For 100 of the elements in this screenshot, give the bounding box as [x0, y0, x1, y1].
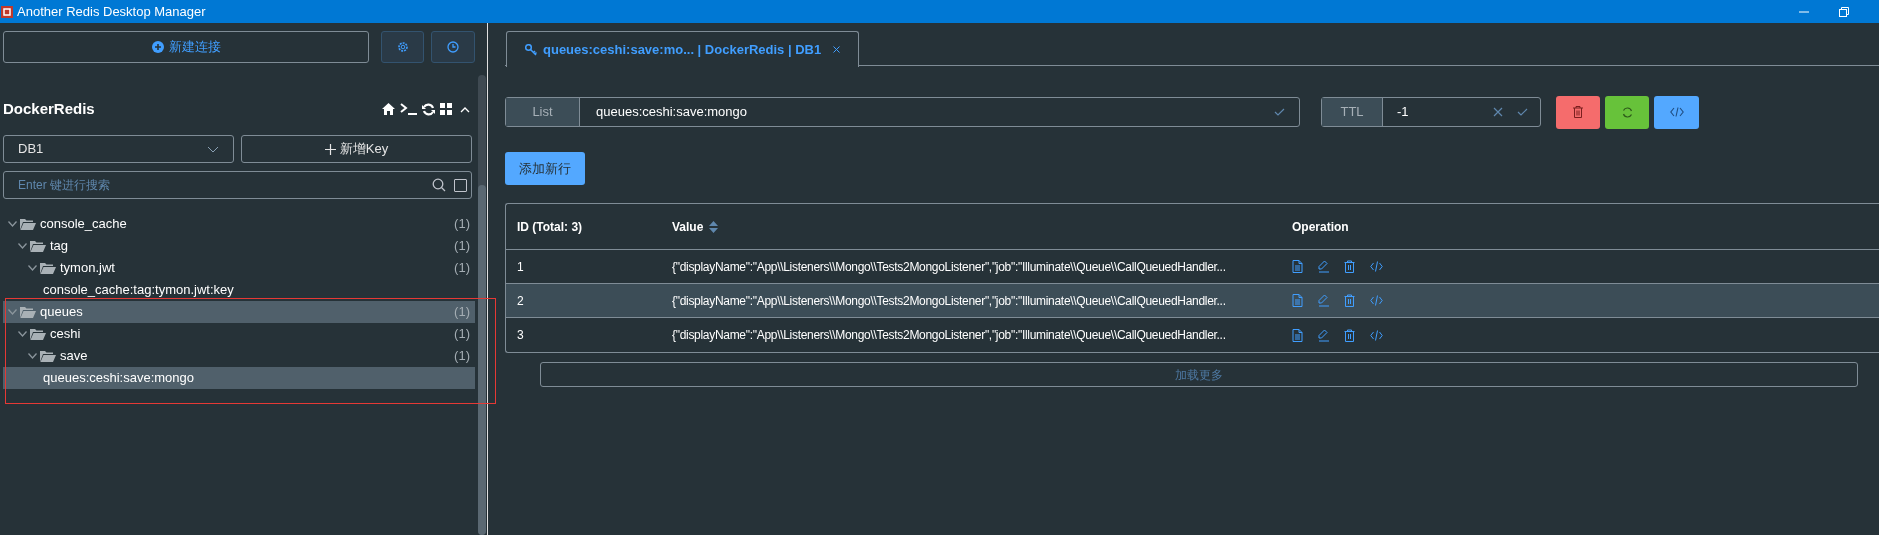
tab-label: queues:ceshi:save:mo... | DockerRedis | DB1: [543, 40, 822, 59]
key-type-label: List: [506, 98, 580, 126]
code-icon[interactable]: [1370, 294, 1383, 307]
key-count: (1): [454, 215, 470, 234]
edit-icon[interactable]: [1318, 328, 1331, 342]
chevron-down-icon[interactable]: [8, 221, 17, 227]
tree-folder-row[interactable]: ceshi (1): [3, 323, 475, 345]
refresh-icon[interactable]: [422, 102, 435, 116]
check-icon[interactable]: [1274, 108, 1285, 116]
settings-button[interactable]: [381, 31, 424, 63]
sort-icon[interactable]: [709, 220, 719, 233]
document-icon[interactable]: [1292, 260, 1305, 273]
tree-label: ceshi: [50, 325, 81, 344]
key-icon: [525, 43, 537, 56]
search-field[interactable]: Enter 键进行搜索: [3, 171, 472, 199]
column-header: ID (Total: 3): [517, 218, 583, 236]
tree-key-row[interactable]: queues:ceshi:save:mongo: [3, 367, 475, 389]
chevron-down-icon[interactable]: [18, 243, 27, 249]
refresh-button[interactable]: [1605, 95, 1649, 129]
delete-button[interactable]: [1556, 95, 1600, 129]
key-count: (1): [454, 325, 470, 344]
add-row-button[interactable]: 添加新行: [505, 152, 585, 185]
chevron-down-icon: [207, 145, 219, 153]
scrollbar[interactable]: [478, 75, 486, 535]
folder-icon: [20, 306, 36, 318]
grid-icon[interactable]: [440, 103, 452, 115]
edit-icon[interactable]: [1318, 260, 1331, 273]
code-button[interactable]: [1654, 95, 1699, 129]
code-icon: [1669, 107, 1684, 117]
table-cell: 2: [517, 293, 524, 308]
tree-label: console_cache: [40, 215, 127, 234]
home-icon[interactable]: [382, 103, 395, 115]
tree-folder-row[interactable]: queues (1): [3, 301, 475, 323]
folder-icon: [40, 350, 56, 362]
code-icon[interactable]: [1370, 260, 1383, 273]
folder-icon: [30, 240, 46, 252]
ttl-label: TTL: [1322, 98, 1383, 126]
settings-icon: [396, 41, 409, 53]
column-header: Value: [672, 218, 704, 236]
plus-icon: [324, 143, 336, 155]
clear-icon[interactable]: [1493, 107, 1503, 117]
tab[interactable]: queues:ceshi:save:mo... | DockerRedis | DB1: [506, 31, 860, 67]
table-cell: {"displayName":"App\\Listeners\\Mongo\\Tests2MongoListener","job":"Illuminate\\Queue\\CallQueuedHandler...: [672, 293, 1226, 308]
trash-icon[interactable]: [1344, 328, 1357, 342]
code-icon[interactable]: [1370, 328, 1383, 342]
chevron-down-icon[interactable]: [18, 331, 27, 337]
ttl-field[interactable]: TTL -1: [1321, 97, 1541, 127]
tree-label: tymon.jwt: [60, 259, 115, 278]
table-cell: 3: [517, 328, 524, 342]
table-row[interactable]: 3 {"displayName":"App\\Listeners\\Mongo\\Tests2MongoListener","job":"Illuminate\\Queue\\CallQueuedHandler...: [506, 318, 1879, 352]
exact-match-checkbox[interactable]: [454, 178, 467, 192]
tree-label: console_cache:tag:tymon.jwt:key: [43, 281, 234, 300]
history-button[interactable]: [431, 31, 475, 63]
window-title: Another Redis Desktop Manager: [17, 2, 206, 21]
connection-name: DockerRedis: [3, 98, 95, 119]
trash-icon: [1573, 106, 1583, 118]
chevron-down-icon[interactable]: [28, 265, 37, 271]
new-connection-button[interactable]: 新建连接: [3, 31, 369, 63]
key-count: (1): [454, 237, 470, 256]
chevron-down-icon[interactable]: [28, 353, 37, 359]
folder-icon: [40, 262, 56, 274]
restore-icon[interactable]: [1839, 6, 1849, 17]
tree-folder-row[interactable]: tag (1): [3, 235, 475, 257]
plus-circle-icon: [151, 41, 164, 53]
table-cell: 1: [517, 259, 524, 274]
search-input[interactable]: Enter 键进行搜索: [18, 176, 432, 194]
terminal-icon[interactable]: [400, 103, 417, 115]
key-name-field[interactable]: List queues:ceshi:save:mongo: [505, 97, 1300, 127]
folder-icon: [30, 328, 46, 340]
key-count: (1): [454, 259, 470, 278]
tree-label: queues: [40, 303, 83, 322]
refresh-icon: [1621, 106, 1633, 118]
tree-key-row[interactable]: console_cache:tag:tymon.jwt:key: [3, 279, 475, 301]
document-icon[interactable]: [1292, 328, 1305, 342]
trash-icon[interactable]: [1344, 260, 1357, 273]
trash-icon[interactable]: [1344, 294, 1357, 307]
check-icon[interactable]: [1517, 108, 1528, 116]
ttl-input[interactable]: -1: [1383, 102, 1483, 122]
key-name-input[interactable]: queues:ceshi:save:mongo: [580, 102, 1274, 122]
tree-label: queues:ceshi:save:mongo: [43, 369, 195, 388]
db-select[interactable]: DB1: [3, 135, 234, 163]
app-logo-icon: [1, 4, 13, 19]
clock-icon: [447, 41, 459, 53]
tree-folder-row[interactable]: save (1): [3, 345, 475, 367]
table-cell: {"displayName":"App\\Listeners\\Mongo\\Tests2MongoListener","job":"Illuminate\\Queue\\CallQueuedHandler...: [672, 259, 1226, 274]
table-row[interactable]: 2 {"displayName":"App\\Listeners\\Mongo\\Tests2MongoListener","job":"Illuminate\\Queue\\CallQueuedHandler...: [506, 284, 1879, 318]
collapse-icon[interactable]: [460, 105, 470, 113]
key-count: (1): [454, 303, 470, 322]
folder-icon: [20, 218, 36, 230]
search-icon[interactable]: [432, 178, 446, 192]
tree-label: save: [60, 347, 88, 366]
tree-folder-row[interactable]: console_cache (1): [3, 213, 475, 235]
new-key-button[interactable]: 新增Key: [241, 135, 472, 163]
column-header: Operation: [1292, 218, 1349, 236]
document-icon[interactable]: [1292, 294, 1305, 307]
tree-label: tag: [50, 237, 69, 256]
close-icon[interactable]: [833, 46, 841, 53]
key-count: (1): [454, 347, 470, 366]
table-cell: {"displayName":"App\\Listeners\\Mongo\\Tests2MongoListener","job":"Illuminate\\Queue\\CallQueuedHandler...: [672, 328, 1226, 342]
tree-folder-row[interactable]: tymon.jwt (1): [3, 257, 475, 279]
